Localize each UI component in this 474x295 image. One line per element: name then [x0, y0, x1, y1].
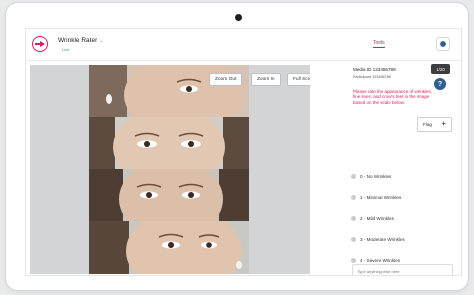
- comment-input[interactable]: [353, 265, 452, 275]
- rating-instructions: Please rate the appearance of wrinkles, …: [353, 89, 433, 105]
- rating-panel: Media ID 123456789 Participant 123456789…: [318, 61, 461, 275]
- plus-icon: +: [441, 119, 446, 128]
- participant-id: Participant 123456789: [353, 75, 391, 79]
- rating-option-label: 3 - Moderate Wrinkles: [360, 237, 405, 242]
- rating-option-4[interactable]: 4 - Severe Wrinkles: [351, 258, 400, 263]
- radio-button[interactable]: [351, 237, 356, 242]
- rating-option-0[interactable]: 0 - No Wrinkles: [351, 174, 391, 179]
- face-photo-4: [89, 221, 249, 274]
- comment-field[interactable]: [352, 264, 453, 275]
- status-badge: Live: [62, 47, 70, 52]
- face-photo-stack: [89, 65, 249, 274]
- rating-option-1[interactable]: 1 - Minimal Wrinkles: [351, 195, 401, 200]
- full-screen-button[interactable]: Full Screen: [287, 73, 310, 86]
- radio-button[interactable]: [351, 258, 356, 263]
- help-icon[interactable]: ?: [434, 78, 446, 90]
- camera-dot: [235, 14, 242, 21]
- rating-option-label: 4 - Severe Wrinkles: [360, 258, 400, 263]
- radio-button[interactable]: [351, 216, 356, 221]
- zoom-in-button[interactable]: Zoom In: [251, 73, 281, 86]
- app-header: Wrinkle Rater ⌄ Live Tools: [26, 29, 461, 61]
- image-counter: 1/20: [431, 64, 450, 74]
- app-screen: Wrinkle Rater ⌄ Live Tools Zoom Out Zoom…: [25, 28, 462, 276]
- flag-label: Flag: [423, 122, 432, 127]
- app-title: Wrinkle Rater: [58, 37, 98, 44]
- app-title-dropdown[interactable]: Wrinkle Rater ⌄: [58, 37, 103, 44]
- rating-option-label: 2 - Mild Wrinkles: [360, 216, 394, 221]
- logo-icon: [32, 36, 48, 52]
- face-photo-2: [89, 117, 249, 169]
- tablet-frame: Wrinkle Rater ⌄ Live Tools Zoom Out Zoom…: [6, 3, 468, 290]
- media-id: Media ID 123456789: [353, 67, 396, 72]
- zoom-out-button[interactable]: Zoom Out: [209, 73, 243, 86]
- rating-option-label: 1 - Minimal Wrinkles: [360, 195, 402, 200]
- gear-icon: [439, 40, 447, 48]
- radio-button[interactable]: [351, 195, 356, 200]
- rating-option-3[interactable]: 3 - Moderate Wrinkles: [351, 237, 405, 242]
- image-viewer[interactable]: Zoom Out Zoom In Full Screen: [30, 65, 310, 274]
- rating-option-2[interactable]: 2 - Mild Wrinkles: [351, 216, 394, 221]
- settings-button[interactable]: [436, 37, 450, 51]
- tab-tools[interactable]: Tools: [373, 40, 385, 48]
- chevron-down-icon: ⌄: [99, 38, 104, 44]
- flag-button[interactable]: Flag +: [417, 117, 452, 132]
- face-photo-3: [89, 169, 249, 221]
- radio-button[interactable]: [351, 174, 356, 179]
- rating-option-label: 0 - No Wrinkles: [360, 174, 392, 179]
